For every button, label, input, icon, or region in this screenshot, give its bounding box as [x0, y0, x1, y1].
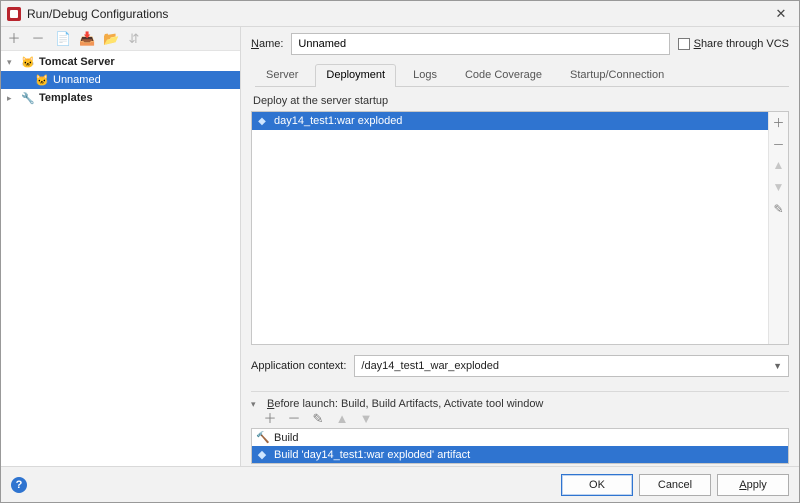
move-down-icon[interactable]: ▼: [770, 180, 788, 198]
expand-icon[interactable]: ▾: [7, 57, 17, 68]
add-artifact-icon[interactable]: ＋: [770, 114, 788, 132]
tree-node-templates[interactable]: ▸ 🔧 Templates: [1, 89, 240, 107]
tab-server[interactable]: Server: [255, 64, 309, 86]
sort-icon[interactable]: ⇵: [127, 32, 141, 46]
artifact-icon: ◆: [256, 115, 268, 127]
wrench-icon: 🔧: [21, 91, 35, 105]
dialog-footer: ? OK Cancel Apply: [1, 466, 799, 502]
artifact-label: day14_test1:war exploded: [274, 115, 402, 127]
remove-artifact-icon[interactable]: －: [770, 136, 788, 154]
move-up-folder-icon[interactable]: 📂: [103, 32, 117, 46]
titlebar: Run/Debug Configurations ✕: [1, 1, 799, 27]
name-row: Name: Share through VCS: [251, 33, 789, 55]
tomcat-icon: 🐱: [35, 73, 49, 87]
window-title: Run/Debug Configurations: [27, 7, 769, 21]
tab-deployment[interactable]: Deployment: [315, 64, 396, 86]
tab-startup-connection[interactable]: Startup/Connection: [559, 64, 675, 86]
add-icon[interactable]: ＋: [7, 32, 21, 46]
tree-label: Templates: [39, 92, 93, 104]
artifact-icon: ◆: [256, 448, 268, 461]
deploy-list[interactable]: ◆ day14_test1:war exploded: [252, 112, 768, 344]
help-icon[interactable]: ?: [11, 477, 27, 493]
add-task-icon[interactable]: ＋: [263, 412, 277, 426]
checkbox-icon[interactable]: [678, 38, 690, 50]
name-label: Name:: [251, 38, 283, 50]
deploy-caption: Deploy at the server startup: [253, 95, 789, 107]
right-pane: Name: Share through VCS Server Deploymen…: [241, 27, 799, 466]
app-context-row: Application context: /day14_test1_war_ex…: [251, 355, 789, 377]
app-context-value: /day14_test1_war_exploded: [361, 360, 499, 372]
dialog-body: ＋ － 📄 📥 📂 ⇵ ▾ 🐱 Tomcat Server 🐱 Unnamed: [1, 27, 799, 466]
task-up-icon[interactable]: ▲: [335, 412, 349, 426]
left-pane: ＋ － 📄 📥 📂 ⇵ ▾ 🐱 Tomcat Server 🐱 Unnamed: [1, 27, 241, 466]
move-up-icon[interactable]: ▲: [770, 158, 788, 176]
share-label: Share through VCS: [694, 38, 789, 50]
before-launch-label: Before launch: Build, Build Artifacts, A…: [267, 398, 543, 410]
collapse-icon[interactable]: ▾: [251, 399, 261, 410]
before-launch-header[interactable]: ▾ Before launch: Build, Build Artifacts,…: [251, 398, 789, 410]
tree-label: Tomcat Server: [39, 56, 115, 68]
before-launch-toolbar: ＋ － ✎ ▲ ▼: [263, 412, 789, 426]
deploy-side-buttons: ＋ － ▲ ▼ ✎: [768, 112, 788, 344]
copy-icon[interactable]: 📄: [55, 32, 69, 46]
expand-icon[interactable]: ▸: [7, 93, 17, 104]
tabs: Server Deployment Logs Code Coverage Sta…: [255, 63, 789, 87]
tree-label: Unnamed: [53, 74, 101, 86]
ok-button[interactable]: OK: [561, 474, 633, 496]
remove-task-icon[interactable]: －: [287, 412, 301, 426]
tree-node-unnamed[interactable]: 🐱 Unnamed: [1, 71, 240, 89]
tomcat-icon: 🐱: [21, 55, 35, 69]
run-debug-config-dialog: Run/Debug Configurations ✕ ＋ － 📄 📥 📂 ⇵ ▾…: [0, 0, 800, 503]
close-icon[interactable]: ✕: [769, 6, 793, 22]
task-build-artifact[interactable]: ◆ Build 'day14_test1:war exploded' artif…: [252, 446, 788, 463]
app-context-combo[interactable]: /day14_test1_war_exploded ▼: [354, 355, 789, 377]
artifact-item[interactable]: ◆ day14_test1:war exploded: [252, 112, 768, 130]
edit-artifact-icon[interactable]: ✎: [770, 202, 788, 220]
app-context-label: Application context:: [251, 360, 346, 372]
separator: [251, 391, 789, 392]
cancel-button[interactable]: Cancel: [639, 474, 711, 496]
config-tree[interactable]: ▾ 🐱 Tomcat Server 🐱 Unnamed ▸ 🔧 Template…: [1, 51, 240, 466]
hammer-icon: 🔨: [256, 431, 268, 444]
apply-button[interactable]: Apply: [717, 474, 789, 496]
app-icon: [7, 7, 21, 21]
task-build[interactable]: 🔨 Build: [252, 429, 788, 446]
edit-task-icon[interactable]: ✎: [311, 412, 325, 426]
before-launch-tasks[interactable]: 🔨 Build ◆ Build 'day14_test1:war explode…: [251, 428, 789, 464]
deployment-panel: Deploy at the server startup ◆ day14_tes…: [251, 87, 789, 466]
share-through-vcs[interactable]: Share through VCS: [678, 38, 789, 50]
task-down-icon[interactable]: ▼: [359, 412, 373, 426]
name-input[interactable]: [291, 33, 669, 55]
save-template-icon[interactable]: 📥: [79, 32, 93, 46]
task-label: Build 'day14_test1:war exploded' artifac…: [274, 449, 470, 461]
chevron-down-icon: ▼: [773, 361, 782, 371]
remove-icon[interactable]: －: [31, 32, 45, 46]
tab-logs[interactable]: Logs: [402, 64, 448, 86]
config-toolbar: ＋ － 📄 📥 📂 ⇵: [1, 27, 240, 51]
deploy-list-container: ◆ day14_test1:war exploded ＋ － ▲ ▼ ✎: [251, 111, 789, 345]
tab-code-coverage[interactable]: Code Coverage: [454, 64, 553, 86]
tree-node-tomcat-server[interactable]: ▾ 🐱 Tomcat Server: [1, 53, 240, 71]
task-label: Build: [274, 432, 298, 444]
